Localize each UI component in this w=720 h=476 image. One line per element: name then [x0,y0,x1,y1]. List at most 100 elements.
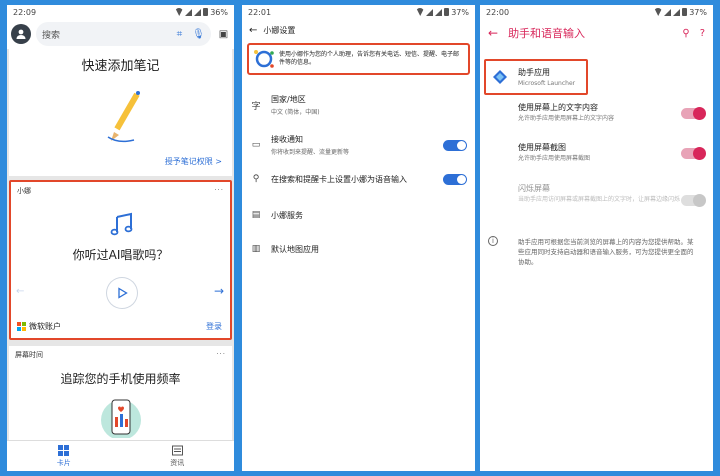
signal-icon [664,8,672,16]
phone-usage-illustration [101,399,141,438]
app-bar: ← 助手和语音输入 ⚲ ? [480,19,713,47]
setting-receive-notifications[interactable]: ▭ 接收通知 你将收到来提醒、流量更新等 [242,133,475,157]
scan-icon[interactable]: ⌗ [173,28,186,41]
notifications-toggle[interactable] [443,139,467,151]
screen-time-card: 屏幕时间 ··· 追踪您的手机使用频率 [9,346,232,441]
previous-arrow-icon[interactable]: ← [16,286,24,297]
signal-icon [194,8,202,16]
phone-cortana-settings: 22:01 37% ← 小娜设置 使用小娜作为您的个人助理，告诉您有关电话、短信… [242,5,475,471]
setting-title: 国家/地区 [271,95,306,104]
news-icon [171,445,183,455]
status-time: 22:01 [248,7,272,17]
wifi-icon [416,8,425,16]
battery-icon [682,8,688,16]
bottom-navigation: 卡片 资讯 [7,440,234,471]
nav-news[interactable]: 资讯 [121,441,235,471]
status-time: 22:00 [486,7,510,17]
battery-level: 36% [210,7,228,17]
setting-subtitle: 允许助手应用使用屏幕截图 [518,155,591,162]
assist-app-title: 助手应用 [518,68,550,77]
flash-screen-toggle [681,194,706,207]
services-icon: ▤ [251,210,261,220]
more-options-icon[interactable]: ··· [216,350,226,360]
page-title: 助手和语音输入 [508,27,586,40]
grant-notes-permission-link[interactable]: 授予笔记权限 > [165,156,222,167]
back-arrow-icon[interactable]: ← [249,25,257,36]
microsoft-launcher-icon [493,70,507,84]
signal-icon [426,8,434,16]
cortana-card: 小娜 ··· 你听过AI唱歌吗？ ← → 微软账户 登录 [9,180,232,340]
nav-cards-label: 卡片 [56,458,71,467]
wifi-icon [175,8,184,16]
signal-icon [673,8,681,16]
toggle-knob [693,194,706,207]
status-icons: 37% [416,8,469,17]
app-bar: ← 小娜设置 [242,19,475,41]
help-icon[interactable]: ? [700,28,705,39]
screen-text-toggle[interactable] [681,107,706,120]
voice-input-toggle[interactable] [443,173,467,185]
next-arrow-icon[interactable]: → [214,284,224,298]
search-placeholder: 搜索 [42,30,61,41]
toggle-knob [693,107,706,120]
microsoft-account-label: 微软账户 [29,322,61,331]
assist-info-text: 助手应用可根据您当前浏览的屏幕上的内容为您提供帮助。某些应用同时支持启动器和语音… [518,238,694,266]
cortana-intro-banner: 使用小娜作为您的个人助理，告诉您有关电话、短信、提醒、电子邮件等的信息。 [247,43,470,75]
status-time: 22:09 [13,7,37,17]
setting-country-region[interactable]: 字 国家/地区 中文 (简体，中国) [242,93,475,117]
wifi-icon [654,8,663,16]
phone-launcher-feed: 22:09 36% 搜索 ⌗ 🎙 ▣ 快速添加笔记 授予笔记权限 > 小娜 ··… [7,5,234,471]
status-icons: 37% [654,8,707,17]
more-options-icon[interactable]: ··· [214,186,224,196]
clipboard-icon[interactable]: ▣ [217,28,230,41]
nav-cards[interactable]: 卡片 [7,441,121,471]
search-input[interactable]: 搜索 ⌗ 🎙 [36,22,211,46]
screen-time-label: 屏幕时间 [15,351,43,359]
setting-subtitle: 允许助手应用使用屏幕上的文字内容 [518,115,615,122]
setting-title: 小娜服务 [271,210,303,220]
setting-title: 默认地图应用 [271,244,319,254]
setting-use-screen-text[interactable]: 使用屏幕上的文字内容 允许助手应用使用屏幕上的文字内容 [518,102,683,123]
play-button[interactable] [107,278,137,308]
setting-subtitle: 中文 (简体，中国) [271,109,320,116]
setting-default-map[interactable]: ▥ 默认地图应用 [242,241,475,257]
setting-cortana-services[interactable]: ▤ 小娜服务 [242,207,475,223]
avatar[interactable] [11,24,31,44]
notes-card-title: 快速添加笔记 [81,59,160,74]
setting-title: 闪烁屏幕 [518,184,550,193]
status-icons: 36% [175,8,228,17]
back-arrow-icon[interactable]: ← [488,26,498,40]
microsoft-logo-icon [17,322,26,331]
setting-title: 使用屏幕截图 [518,143,566,152]
notes-card: 快速添加笔记 授予笔记权限 > [9,49,232,176]
microphone-icon[interactable]: 🎙 [192,28,205,41]
banner-text: 使用小娜作为您的个人助理，告诉您有关电话、短信、提醒、电子邮件等的信息。 [279,51,460,66]
signal-icon [185,8,193,16]
setting-flash-screen: 闪烁屏幕 当助手应用访问屏幕或屏幕截图上的文字时，让屏幕边缘闪烁 [518,183,683,204]
screenshot-toggle[interactable] [681,147,706,160]
cortana-question: 你听过AI唱歌吗？ [72,248,169,262]
battery-level: 37% [689,7,707,17]
map-icon: ▥ [251,244,261,254]
toggle-knob [457,174,466,184]
setting-title: 使用屏幕上的文字内容 [518,103,598,112]
search-icon: ⚲ [252,174,260,184]
pencil-icon [107,91,140,143]
play-icon [118,287,128,299]
info-icon: i [488,236,498,246]
setting-title: 在搜索和提醒卡上设置小娜为语音输入 [271,174,407,184]
login-link[interactable]: 登录 [206,321,222,332]
setting-title: 接收通知 [271,135,303,144]
status-bar: 22:00 37% [480,5,713,19]
screen-time-title: 追踪您的手机使用频率 [60,372,181,386]
setting-subtitle: 你将收到来提醒、流量更新等 [271,149,350,156]
toggle-knob [693,147,706,160]
assist-app-value: Microsoft Launcher [518,80,576,87]
assist-app-setting[interactable]: 助手应用 Microsoft Launcher [484,59,588,95]
setting-voice-input[interactable]: ⚲ 在搜索和提醒卡上设置小娜为语音输入 [242,171,475,187]
status-bar: 22:09 36% [7,5,234,19]
battery-icon [203,8,209,16]
setting-use-screenshot[interactable]: 使用屏幕截图 允许助手应用使用屏幕截图 [518,142,683,163]
status-bar: 22:01 37% [242,5,475,19]
search-icon[interactable]: ⚲ [682,28,689,39]
